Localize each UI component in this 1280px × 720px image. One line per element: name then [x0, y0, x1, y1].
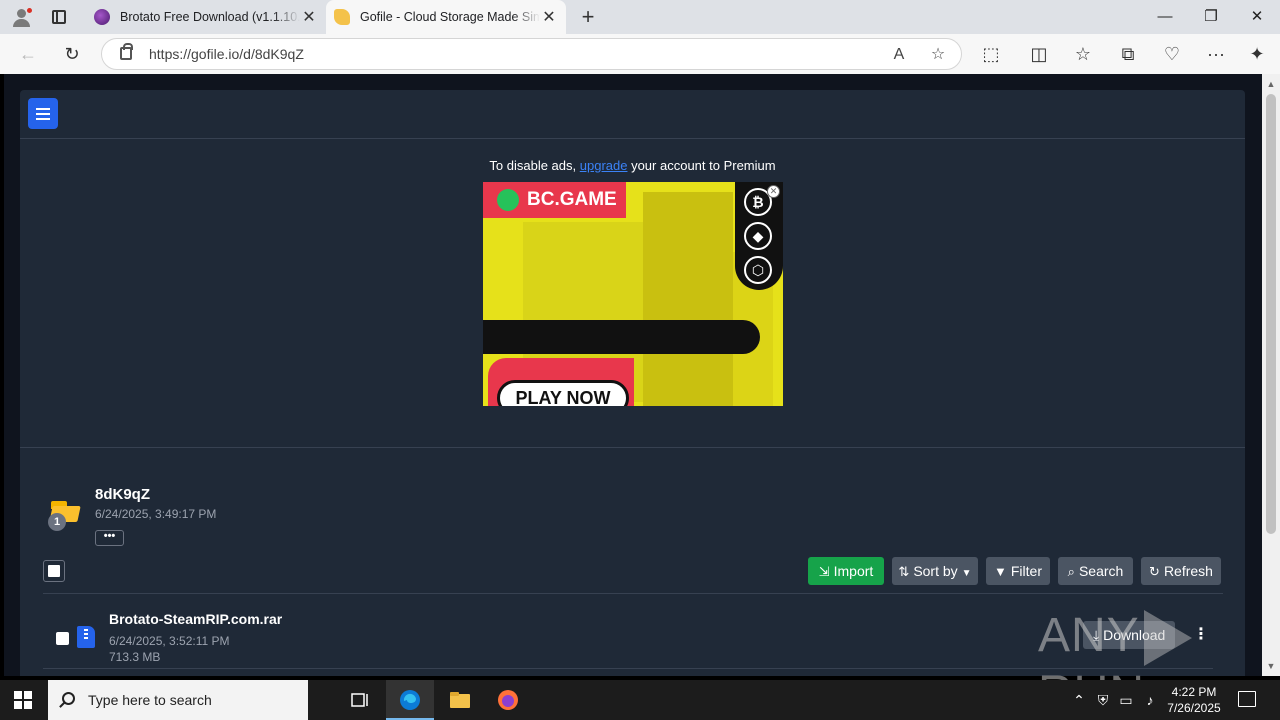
page-scrollbar[interactable]: ▲ ▼ — [1262, 74, 1280, 676]
extensions-icon[interactable]: ⬚ — [979, 42, 1003, 66]
folder-more-button[interactable]: ••• — [95, 530, 124, 546]
restore-icon[interactable]: ❐ — [1188, 0, 1234, 34]
tab-strip: Brotato Free Download (v1.1.10.9) ✕ Gofi… — [0, 0, 1280, 34]
import-label: Import — [833, 563, 874, 579]
play-now-button[interactable]: PLAY NOW — [497, 380, 629, 406]
scrollbar-thumb[interactable] — [1266, 94, 1276, 534]
security-tray-icon[interactable]: ⛨ — [1094, 680, 1112, 720]
folder-item-count-badge: 1 — [48, 513, 66, 531]
favorites-icon[interactable]: ☆ — [1071, 42, 1095, 66]
lock-icon[interactable] — [120, 43, 133, 60]
clock-time: 4:22 PM — [1171, 685, 1217, 699]
tab-gofile[interactable]: Gofile - Cloud Storage Made Simple ✕ — [326, 0, 566, 34]
close-tab-icon[interactable]: ✕ — [540, 7, 558, 27]
reload-icon[interactable]: ↻ — [60, 42, 84, 66]
clock-date: 7/26/2025 — [1167, 701, 1221, 715]
upgrade-link[interactable]: upgrade — [580, 158, 628, 173]
ad-notice-text: your account to Premium — [627, 158, 776, 173]
close-tab-icon[interactable]: ✕ — [300, 7, 318, 27]
browser-toolbar: ← ↻ https://gofile.io/d/8dK9qZ A ☆ ⬚ ◫ ☆… — [0, 34, 1280, 74]
profile-icon[interactable] — [8, 5, 34, 29]
search-label: Search — [1078, 563, 1124, 579]
play-logo-icon — [1143, 610, 1192, 667]
select-all-checkbox[interactable] — [43, 560, 65, 582]
volume-icon[interactable]: ♪ — [1140, 680, 1160, 720]
more-menu-icon[interactable]: ··· — [1204, 42, 1228, 66]
file-explorer-icon[interactable] — [436, 680, 484, 720]
copilot-icon[interactable]: ✦ — [1245, 42, 1269, 66]
file-name[interactable]: Brotato-SteamRIP.com.rar — [109, 611, 282, 627]
ad-divider — [20, 447, 1245, 448]
ad-close-icon[interactable]: ✕ — [767, 185, 780, 198]
ad-bar — [483, 320, 760, 354]
notifications-icon[interactable] — [1238, 691, 1256, 707]
taskbar-search-box[interactable]: Type here to search — [48, 680, 308, 720]
read-aloud-icon[interactable]: A — [888, 44, 910, 66]
task-view-icon[interactable] — [336, 680, 384, 720]
sort-label: Sort by — [913, 563, 958, 579]
caret-down-icon: ▼ — [961, 568, 972, 579]
search-icon — [62, 692, 75, 705]
header-divider — [20, 138, 1245, 139]
filter-icon: ▼ — [994, 564, 1007, 579]
collections-icon[interactable]: ⧉ — [1116, 42, 1140, 66]
close-window-icon[interactable]: ✕ — [1234, 0, 1280, 34]
edge-browser-icon[interactable] — [386, 680, 434, 720]
filter-label: Filter — [1010, 563, 1042, 579]
browser-essentials-icon[interactable]: ♡ — [1160, 42, 1184, 66]
folder-date: 6/24/2025, 3:49:17 PM — [95, 507, 217, 521]
tab-actions-icon[interactable] — [50, 8, 68, 26]
watermark-left: ANY — [1038, 609, 1140, 662]
ad-notice-text: To disable ads, — [489, 158, 580, 173]
refresh-button[interactable]: ↻ Refresh — [1141, 557, 1221, 585]
advertisement-banner[interactable]: BC.GAME ₿ ◆ ⬡ ✕ PLAY NOW — [483, 182, 783, 406]
refresh-label: Refresh — [1163, 563, 1213, 579]
refresh-icon: ↻ — [1149, 564, 1160, 579]
windows-start-icon[interactable] — [14, 691, 32, 709]
firefox-icon[interactable] — [484, 680, 532, 720]
tray-expand-icon[interactable]: ⌃ — [1068, 680, 1090, 720]
tab-brotato[interactable]: Brotato Free Download (v1.1.10.9) ✕ — [86, 0, 326, 34]
ad-notice: To disable ads, upgrade your account to … — [20, 158, 1245, 173]
address-url[interactable]: https://gofile.io/d/8dK9qZ — [149, 46, 304, 62]
crypto-coins: ₿ ◆ ⬡ — [735, 182, 783, 290]
search-button[interactable]: ⌕ Search — [1058, 557, 1133, 585]
file-size: 713.3 MB — [109, 650, 161, 664]
split-screen-icon[interactable]: ◫ — [1027, 42, 1051, 66]
new-tab-icon[interactable]: + — [577, 4, 599, 30]
page-viewport: To disable ads, upgrade your account to … — [4, 74, 1262, 676]
search-icon: ⌕ — [1067, 564, 1075, 579]
archive-file-icon — [77, 626, 95, 648]
filter-button[interactable]: ▼ Filter — [986, 557, 1050, 585]
import-icon: ⇲ — [818, 564, 830, 579]
network-icon[interactable]: ▭ — [1116, 680, 1136, 720]
anyrun-watermark: ANYRUN — [1038, 608, 1280, 720]
file-date: 6/24/2025, 3:52:11 PM — [109, 634, 230, 648]
scroll-down-icon[interactable]: ▼ — [1262, 658, 1280, 674]
scroll-up-icon[interactable]: ▲ — [1262, 76, 1280, 92]
ethereum-icon: ◆ — [744, 222, 772, 250]
gofile-favicon-icon — [334, 9, 350, 25]
content-card: To disable ads, upgrade your account to … — [20, 90, 1245, 676]
tab-title: Gofile - Cloud Storage Made Simple — [360, 10, 540, 24]
favorite-star-icon[interactable]: ☆ — [927, 44, 949, 66]
address-bar[interactable]: https://gofile.io/d/8dK9qZ A ☆ — [101, 38, 962, 70]
minimize-icon[interactable]: — — [1142, 0, 1188, 34]
folder-name: 8dK9qZ — [95, 486, 151, 503]
import-button[interactable]: ⇲ Import — [808, 557, 884, 585]
sort-icon: ⇅ — [898, 564, 910, 579]
hexagon-coin-icon: ⬡ — [744, 256, 772, 284]
tab-title: Brotato Free Download (v1.1.10.9) — [120, 10, 300, 24]
back-icon[interactable]: ← — [16, 42, 40, 66]
hamburger-menu-button[interactable] — [28, 98, 58, 129]
windows-taskbar: Type here to search ⌃ ⛨ ▭ ♪ 4:22 PM 7/26… — [0, 680, 1280, 720]
taskbar-search-placeholder: Type here to search — [88, 692, 212, 708]
ad-brand-logo: BC.GAME — [483, 182, 626, 218]
taskbar-clock[interactable]: 4:22 PM 7/26/2025 — [1162, 684, 1226, 716]
file-checkbox[interactable] — [56, 632, 69, 645]
sort-by-button[interactable]: ⇅ Sort by ▼ — [892, 557, 978, 585]
site-favicon-icon — [94, 9, 110, 25]
